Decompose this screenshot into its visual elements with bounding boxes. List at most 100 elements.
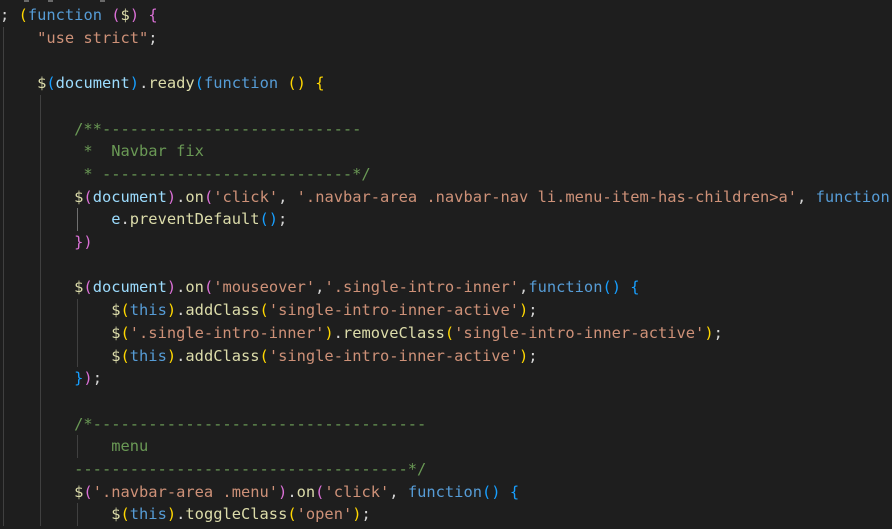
code-line[interactable]: $(this).addClass('single-intro-inner-act…: [0, 299, 538, 321]
code-line[interactable]: ------------------------------------*/: [0, 458, 426, 480]
code-line[interactable]: * ---------------------------*/: [0, 163, 371, 185]
code-token: 'click': [324, 482, 390, 501]
code-token: 'single-intro-inner-active': [454, 323, 705, 342]
code-token: '.single-intro-inner': [129, 323, 325, 342]
code-token: function: [27, 6, 102, 24]
code-token: (): [287, 74, 306, 93]
code-token: (: [120, 323, 130, 342]
code-token: document: [92, 278, 167, 297]
previous-line-fragment: [24, 0, 29, 2]
code-token: function: [203, 74, 279, 93]
code-token: preventDefault: [129, 210, 260, 229]
code-token: .: [176, 346, 186, 365]
code-token: on: [185, 187, 204, 206]
code-token: ): [352, 505, 362, 524]
code-line[interactable]: });: [0, 367, 102, 389]
code-token: document: [55, 74, 130, 93]
code-line[interactable]: $(this).toggleClass('open');: [0, 503, 371, 525]
code-token: .: [333, 323, 343, 342]
code-token: function: [407, 482, 482, 501]
code-token: ;: [0, 6, 10, 24]
code-line[interactable]: /**----------------------------: [0, 118, 361, 140]
code-token: (): [259, 210, 279, 229]
code-token: on: [296, 482, 316, 501]
code-line[interactable]: $(document).on('click', '.navbar-area .n…: [0, 186, 890, 208]
code-line[interactable]: e.preventDefault();: [0, 208, 287, 230]
code-token: 'mouseover': [213, 278, 316, 297]
code-token: ): [129, 74, 140, 93]
code-token: ;: [528, 301, 538, 320]
code-token: ,: [389, 482, 408, 501]
code-token: on: [185, 278, 204, 297]
code-token: ;: [92, 369, 102, 388]
code-line[interactable]: /*------------------------------------: [0, 413, 426, 435]
code-token: ): [166, 187, 177, 206]
code-line[interactable]: $(document).ready(function () {: [0, 72, 325, 94]
code-token: {: [315, 74, 325, 93]
code-token: "use strict": [37, 28, 149, 47]
code-token: $: [120, 6, 130, 24]
code-token: {: [509, 482, 520, 501]
code-token: this: [129, 346, 167, 365]
code-token: document: [92, 187, 167, 206]
code-token: 'single-intro-inner-active': [268, 346, 520, 365]
code-token: (: [120, 505, 130, 524]
code-token: this: [129, 301, 167, 320]
code-token: (): [602, 278, 622, 297]
code-token: ;: [713, 323, 723, 342]
code-editor[interactable]: ; (function ($) { "use strict"; $(docume…: [0, 0, 892, 529]
code-token: ;: [361, 505, 371, 524]
code-line[interactable]: $('.single-intro-inner').removeClass('si…: [0, 322, 723, 344]
code-line[interactable]: $(this).addClass('single-intro-inner-act…: [0, 345, 537, 367]
code-token: /**----------------------------: [74, 119, 362, 138]
code-token: ): [166, 278, 177, 297]
code-line[interactable]: }): [0, 231, 93, 253]
code-token: this: [129, 505, 167, 524]
code-token: (: [120, 346, 130, 365]
code-token: function: [815, 187, 890, 206]
code-token: .: [139, 74, 149, 93]
code-token: ,: [797, 187, 816, 206]
code-token: ): [704, 323, 714, 342]
code-token: menu: [111, 437, 149, 456]
code-line[interactable]: $(document).on('mouseover','.single-intr…: [0, 276, 639, 298]
code-line[interactable]: "use strict";: [0, 27, 157, 49]
code-token: ): [166, 301, 177, 320]
code-token: {: [148, 6, 158, 24]
code-token: (: [203, 187, 214, 206]
code-token: (: [194, 74, 204, 93]
code-token: ): [278, 482, 288, 501]
code-token: ): [129, 6, 140, 24]
code-token: toggleClass: [185, 505, 288, 524]
code-line[interactable]: menu: [0, 435, 148, 457]
code-token: 'single-intro-inner-active': [268, 301, 520, 320]
code-token: * ---------------------------*/: [83, 164, 371, 183]
code-line[interactable]: $('.navbar-area .menu').on('click', func…: [0, 481, 519, 503]
code-line[interactable]: ; (function ($) {: [0, 4, 158, 26]
code-token: ): [519, 301, 529, 320]
code-token: .: [120, 210, 130, 229]
code-line[interactable]: * Navbar fix: [0, 140, 203, 162]
code-token: '.navbar-area .menu': [92, 482, 279, 501]
code-token: '.single-intro-inner': [324, 278, 520, 297]
code-token: (: [83, 482, 93, 501]
